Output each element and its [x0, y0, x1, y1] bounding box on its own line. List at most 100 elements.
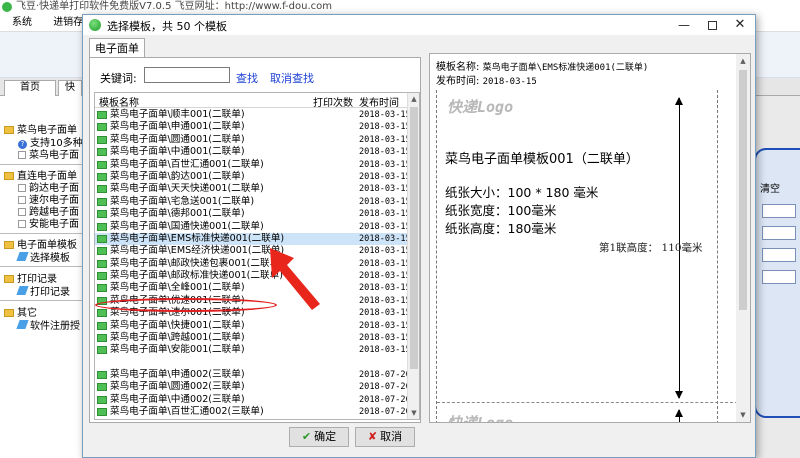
scroll-up-icon[interactable]: ▲ [736, 54, 750, 68]
table-row[interactable]: 菜鸟电子面单\快捷001(二联单) 2018-03-15 [95, 320, 411, 332]
table-row[interactable]: 菜鸟电子面单\邮政标准快递001(二联单) 2018-03-15 [95, 270, 411, 282]
scroll-down-icon[interactable]: ▼ [736, 408, 750, 422]
preview-paper-height: 纸张高度：180毫米 [445, 221, 557, 236]
edit-icon [16, 320, 29, 329]
tree-folder-template[interactable]: 电子面单模板 [4, 240, 77, 252]
dialog-title: 选择模板，共 50 个模板 [107, 20, 227, 33]
table-row-selected[interactable]: 菜鸟电子面单\EMS标准快递001(二联单) 2018-03-15 [95, 232, 411, 246]
table-row[interactable]: 菜鸟电子面单\天天快递001(二联单) 2018-03-15 [95, 183, 411, 195]
column-date[interactable]: 发布时间 [359, 94, 399, 109]
table-row[interactable]: 菜鸟电子面单\速尔001(二联单) 2018-03-15 [95, 307, 411, 319]
template-icon [97, 160, 107, 169]
template-icon [97, 284, 107, 293]
table-row[interactable]: 菜鸟电子面单\圆通001(二联单) 2018-03-15 [95, 133, 411, 146]
row-name: 菜鸟电子面单\跨越001(二联单) [110, 332, 245, 344]
template-icon [97, 296, 107, 305]
table-row[interactable]: 菜鸟电子面单\宅急送001(二联单) 2018-03-15 [95, 195, 411, 208]
table-row[interactable]: 菜鸟电子面单\EMS经济快递001(二联单) 2018-03-15 [95, 245, 411, 257]
minimize-button[interactable]: — [669, 15, 699, 35]
table-row[interactable]: 菜鸟电子面单\中通001(二联单) 2018-03-15 [95, 146, 411, 158]
row-date: 2018-03-15 [359, 320, 411, 331]
row-name: 菜鸟电子面单\圆通001(二联单) [110, 133, 245, 145]
table-row[interactable]: 菜鸟电子面单\申通002(三联单) 2018-07-20 [95, 368, 411, 381]
row-name: 菜鸟电子面单\安能001(二联单) [110, 344, 245, 356]
row-date: 2018-07-20 [359, 369, 411, 380]
tab-express[interactable]: 快 [58, 80, 82, 96]
list-gap [95, 357, 407, 369]
scroll-thumb[interactable] [739, 70, 747, 310]
tree-item-yunda[interactable]: 韵达电子面 [18, 183, 79, 195]
tab-electronic-waybill[interactable]: 电子面单 [89, 38, 145, 58]
template-list[interactable]: 模板名称 打印次数 发布时间 菜鸟电子面单\顺丰001(二联单) 2018-03-… [94, 92, 420, 420]
search-link[interactable]: 查找 [236, 70, 258, 86]
table-row[interactable]: 菜鸟电子面单\百世汇通001(二联单) 2018-03-15 [95, 158, 411, 171]
row-date: 2018-03-15 [359, 271, 411, 282]
table-row[interactable]: 菜鸟电子面单\申通001(二联单) 2018-03-15 [95, 121, 411, 133]
template-icon [97, 185, 107, 194]
row-name: 菜鸟电子面单\宅急送001(二联单) [110, 195, 255, 207]
table-row[interactable]: 菜鸟电子面单\圆通002(三联单) 2018-07-20 [95, 381, 411, 393]
table-row[interactable]: 菜鸟电子面单\跨越001(二联单) 2018-03-15 [95, 332, 411, 344]
menu-inventory[interactable]: 进销存 [53, 17, 83, 28]
tree-item-print-log[interactable]: 打印记录 [16, 286, 70, 299]
template-icon [97, 395, 107, 404]
column-name[interactable]: 模板名称 [99, 94, 139, 109]
keyword-input[interactable] [144, 67, 230, 83]
tree-item-support[interactable]: ? 支持10多种 [18, 138, 83, 150]
column-print-count[interactable]: 打印次数 [313, 94, 353, 109]
table-row[interactable]: 菜鸟电子面单\国通快递001(二联单) 2018-03-15 [95, 221, 411, 233]
row-name: 菜鸟电子面单\德邦001(二联单) [110, 208, 245, 220]
tree-folder-print-log[interactable]: 打印记录 [4, 274, 57, 286]
row-name: 菜鸟电子面单\百世汇通001(二联单) [110, 158, 264, 170]
cancel-search-link[interactable]: 取消查找 [270, 70, 314, 86]
table-row[interactable]: 菜鸟电子面单\德邦001(二联单) 2018-03-15 [95, 208, 411, 220]
tree-folder-direct[interactable]: 直连电子面单 [4, 171, 77, 183]
tree-folder-other[interactable]: 其它 [4, 308, 37, 320]
row-date: 2018-03-15 [359, 122, 411, 133]
table-row[interactable]: 菜鸟电子面单\邮政快递包裹001(二联单) 2018-03-15 [95, 257, 411, 270]
scroll-up-icon[interactable]: ▲ [408, 93, 419, 105]
bg-input[interactable] [762, 248, 796, 262]
row-name: 菜鸟电子面单\速尔001(二联单) [110, 307, 245, 319]
bg-input[interactable] [762, 226, 796, 240]
template-icon [97, 172, 107, 181]
row-date: 2018-03-15 [359, 134, 411, 145]
tab-home[interactable]: 首页 [4, 80, 56, 96]
keyword-label: 关键词: [100, 72, 137, 85]
bg-input[interactable] [762, 204, 796, 218]
list-scrollbar[interactable]: ▲ ▼ [407, 93, 419, 419]
template-icon [97, 148, 107, 157]
edit-icon [16, 252, 29, 261]
preview-scrollbar[interactable]: ▲ ▼ [736, 54, 750, 422]
cancel-button[interactable]: ✘ 取消 [355, 427, 415, 447]
table-row[interactable]: 菜鸟电子面单\百世汇通002(三联单) 2018-07-20 [95, 406, 411, 418]
tree-item-register[interactable]: 软件注册授 [16, 320, 80, 333]
bg-input[interactable] [762, 270, 796, 284]
table-row[interactable]: 菜鸟电子面单\韵达001(二联单) 2018-03-15 [95, 171, 411, 183]
maximize-button[interactable] [697, 15, 727, 35]
tree-item-suer[interactable]: 速尔电子面 [18, 195, 79, 207]
row-date: 2018-07-20 [359, 382, 411, 393]
row-date: 2018-03-15 [359, 196, 411, 207]
menu-system[interactable]: 系统 [12, 17, 32, 28]
row-name: 菜鸟电子面单\邮政快递包裹001(二联单) [110, 257, 283, 269]
tree-item-kuayue[interactable]: 跨越电子面 [18, 207, 79, 219]
scroll-thumb[interactable] [410, 107, 418, 369]
ok-button[interactable]: ✔ 确定 [289, 427, 349, 447]
row-name: 菜鸟电子面单\申通002(三联单) [110, 368, 245, 380]
clear-label[interactable]: 清空 [760, 180, 780, 195]
tree-item-anneng[interactable]: 安能电子面 [18, 219, 79, 231]
template-icon [97, 222, 107, 231]
table-row[interactable]: 菜鸟电子面单\顺丰001(二联单) 2018-03-15 [95, 109, 411, 121]
close-button[interactable]: ✕ [725, 15, 755, 35]
tree-item-select-template[interactable]: 选择模板 [16, 252, 70, 265]
table-row[interactable]: 菜鸟电子面单\全峰001(二联单) 2018-03-15 [95, 282, 411, 294]
scroll-down-icon[interactable]: ▼ [408, 407, 419, 419]
tree-item-cainiao[interactable]: 菜鸟电子面 [18, 150, 79, 162]
table-row[interactable]: 菜鸟电子面单\优速001(二联单) 2018-03-15 [95, 295, 411, 307]
table-row[interactable]: 菜鸟电子面单\安能001(二联单) 2018-03-15 [95, 344, 411, 356]
template-list-panel: 关键词: 查找 取消查找 模板名称 打印次数 发布时间 菜鸟电子面单\顺丰001… [89, 57, 421, 423]
table-row[interactable]: 菜鸟电子面单\中通002(三联单) 2018-07-20 [95, 394, 411, 406]
template-icon [97, 407, 107, 416]
tree-folder-cainiao[interactable]: 菜鸟电子面单 [4, 125, 77, 137]
